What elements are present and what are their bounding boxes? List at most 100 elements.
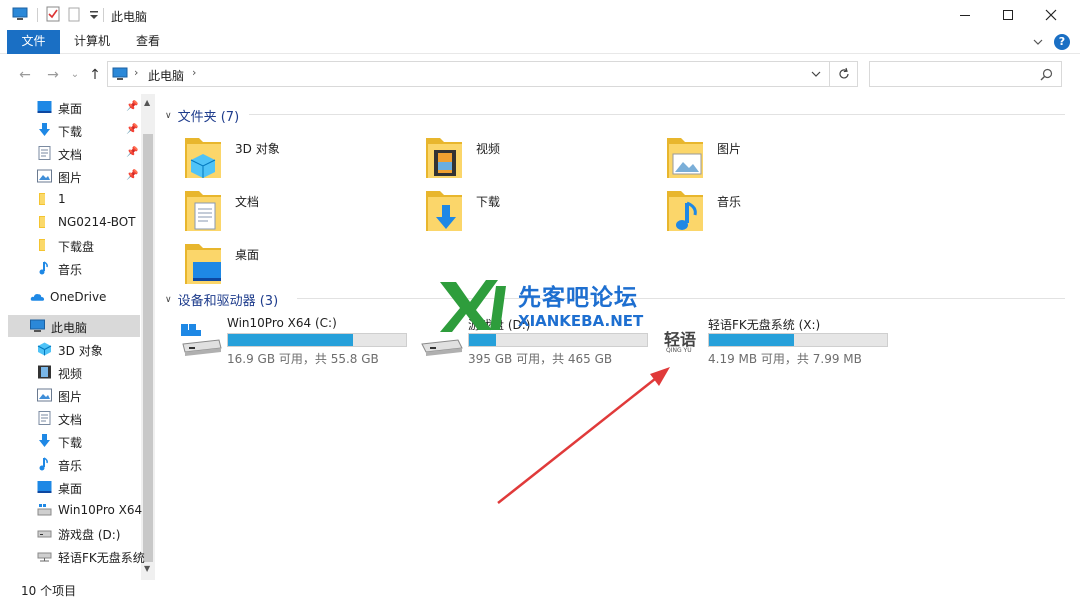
sidebar-item-desktop-pc[interactable]: 桌面 — [0, 476, 141, 498]
picture-icon — [37, 169, 52, 183]
tab-computer[interactable]: 计算机 — [62, 30, 122, 54]
maximize-button[interactable] — [985, 0, 1031, 30]
close-button[interactable] — [1028, 0, 1074, 30]
search-icon[interactable] — [1040, 68, 1053, 81]
item-count: 10 个项目 — [21, 584, 77, 598]
sidebar-scroll-thumb[interactable] — [143, 134, 153, 562]
sidebar-item-label: 文档 — [58, 148, 83, 162]
breadcrumb-separator-icon[interactable]: › — [134, 66, 138, 79]
drive-x[interactable]: 轻语 QING YU 轻语FK无盘系统 (X:) 4.19 MB 可用，共 7.… — [660, 316, 900, 368]
sidebar-item-onedrive[interactable]: OneDrive — [0, 286, 141, 308]
drive-label: Win10Pro X64 (C:) — [227, 316, 337, 330]
properties-icon[interactable] — [45, 6, 61, 22]
sidebar-item-music[interactable]: 音乐 — [0, 257, 141, 279]
folder-desktop[interactable]: 桌面 — [181, 238, 381, 288]
folder-label: 图片 — [717, 142, 742, 156]
download-icon — [426, 191, 462, 231]
folder-pictures[interactable]: 图片 — [663, 132, 863, 182]
folders-group-header[interactable]: ∨ 文件夹 (7) — [165, 106, 239, 125]
window-title: 此电脑 — [111, 10, 148, 24]
sidebar-item-this-pc[interactable]: 此电脑 — [8, 315, 140, 337]
folder-documents[interactable]: 文档 — [181, 185, 381, 235]
folder-music[interactable]: 音乐 — [663, 185, 863, 235]
cube-icon — [37, 342, 52, 356]
sidebar-item-music-pc[interactable]: 音乐 — [0, 453, 141, 475]
tab-file[interactable]: 文件 — [7, 30, 60, 54]
sidebar-item-drive-c[interactable]: Win10Pro X64 — [0, 499, 143, 521]
navigation-pane: ▲ ▼ 桌面 📌 下载 📌 文档 📌 图片 📌 1 NG0214-BOT 下载盘… — [0, 94, 156, 580]
sidebar-item-downloads[interactable]: 下载 📌 — [0, 119, 141, 141]
sidebar-item-drive-d[interactable]: 游戏盘 (D:) — [0, 522, 141, 544]
navigation-bar: ← → ⌄ ↑ › 此电脑 › — [0, 54, 1080, 94]
sidebar-item-pictures[interactable]: 图片 📌 — [0, 165, 141, 187]
chevron-down-icon[interactable]: ∨ — [165, 111, 172, 121]
back-button[interactable]: ← — [16, 66, 34, 84]
customize-quick-access-icon[interactable] — [86, 6, 102, 22]
desktop-icon — [37, 101, 52, 113]
minimize-button[interactable] — [942, 0, 988, 30]
picture-icon — [37, 388, 52, 402]
folder-label: 下载 — [476, 195, 501, 209]
sidebar-item-videos[interactable]: 视频 — [0, 361, 141, 383]
music-icon — [39, 457, 48, 471]
up-button[interactable]: ↑ — [86, 66, 104, 84]
sidebar-item-3d-objects[interactable]: 3D 对象 — [0, 338, 141, 360]
sidebar-item-label: 3D 对象 — [58, 344, 103, 358]
scroll-down-icon[interactable]: ▼ — [144, 564, 150, 573]
music-icon — [667, 191, 703, 231]
breadcrumb-this-pc[interactable]: 此电脑 — [148, 67, 184, 84]
network-drive-icon — [37, 552, 52, 562]
sidebar-item-download-disk[interactable]: 下载盘 — [0, 234, 141, 256]
sidebar-item-drive-x[interactable]: 轻语FK无盘系统 — [0, 545, 145, 567]
breadcrumb-chevron-icon[interactable]: › — [192, 66, 196, 79]
recent-locations-button[interactable]: ⌄ — [66, 66, 84, 84]
ribbon-tabs: 文件 计算机 查看 ? — [0, 30, 1080, 54]
sidebar-item-documents-pc[interactable]: 文档 — [0, 407, 141, 429]
expand-ribbon-icon[interactable] — [1032, 36, 1044, 48]
sidebar-item-desktop[interactable]: 桌面 📌 — [0, 96, 141, 118]
sidebar-item-label: 1 — [58, 192, 66, 206]
address-bar[interactable]: › 此电脑 › — [107, 61, 830, 87]
maximize-icon — [1003, 10, 1013, 20]
drives-group-header[interactable]: ∨ 设备和驱动器 (3) — [165, 290, 278, 309]
tab-view[interactable]: 查看 — [124, 30, 172, 54]
computer-icon — [12, 7, 28, 20]
onedrive-icon — [30, 294, 45, 301]
drives-group-title: 设备和驱动器 (3) — [177, 294, 279, 309]
drive-label: 轻语FK无盘系统 (X:) — [708, 318, 821, 332]
help-icon[interactable]: ? — [1054, 34, 1070, 50]
search-input[interactable] — [874, 65, 1034, 83]
sidebar-item-pictures-pc[interactable]: 图片 — [0, 384, 141, 406]
new-folder-icon[interactable] — [66, 6, 82, 22]
forward-button[interactable]: → — [44, 66, 62, 84]
drive-usage-bar — [708, 333, 888, 347]
refresh-button[interactable] — [830, 61, 858, 87]
sidebar-item-label: 图片 — [58, 390, 83, 404]
title-separator — [103, 8, 104, 22]
sidebar-item-documents[interactable]: 文档 📌 — [0, 142, 141, 164]
qingyu-logo-icon: 轻语 QING YU — [660, 322, 706, 358]
folder-3d-objects[interactable]: 3D 对象 — [181, 132, 381, 182]
sidebar-item-label: 下载 — [58, 436, 83, 450]
chevron-down-icon[interactable]: ∨ — [165, 295, 172, 305]
folder-videos[interactable]: 视频 — [422, 132, 622, 182]
sidebar-item-label: Win10Pro X64 — [58, 503, 143, 517]
picture-icon — [667, 138, 703, 178]
drive-c[interactable]: Win10Pro X64 (C:) 16.9 GB 可用，共 55.8 GB — [179, 316, 419, 368]
sidebar-item-label: 桌面 — [58, 482, 83, 496]
sidebar-item-folder-1[interactable]: 1 — [0, 188, 141, 210]
sidebar-item-downloads-pc[interactable]: 下载 — [0, 430, 141, 452]
folder-icon — [39, 193, 45, 205]
music-icon — [39, 261, 48, 275]
desktop-icon — [37, 481, 52, 493]
scroll-up-icon[interactable]: ▲ — [144, 98, 150, 107]
address-dropdown-icon[interactable] — [811, 70, 821, 78]
folder-downloads[interactable]: 下载 — [422, 185, 622, 235]
computer-icon — [112, 67, 128, 80]
sidebar-item-ng0214-bot[interactable]: NG0214-BOT — [0, 211, 141, 233]
search-box[interactable] — [869, 61, 1062, 87]
folder-icon — [39, 239, 45, 251]
sidebar-item-label: 游戏盘 (D:) — [58, 528, 121, 542]
drive-usage-bar — [227, 333, 407, 347]
sidebar-item-label: 下载 — [58, 125, 83, 139]
